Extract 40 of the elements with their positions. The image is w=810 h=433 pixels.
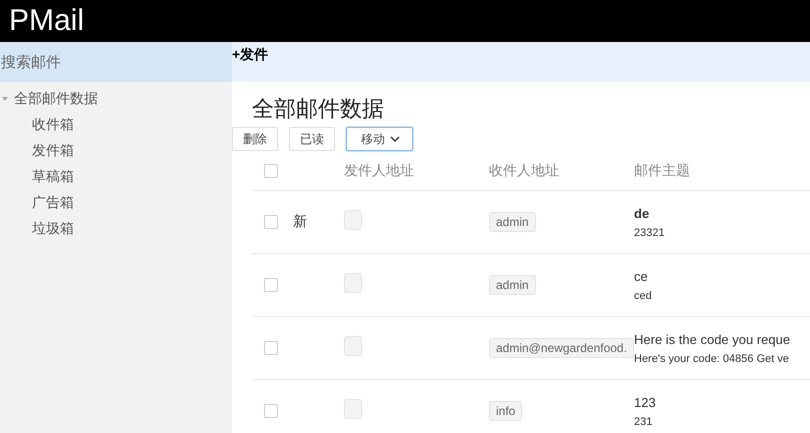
sender-tag [344, 398, 362, 418]
mail-snippet: ced [634, 290, 653, 302]
row-checkbox[interactable] [264, 341, 278, 355]
expand-arrow-icon[interactable] [1, 95, 9, 103]
compose-link[interactable]: +发件 [232, 42, 268, 64]
recipient-tag: admin [489, 212, 536, 232]
tree-item[interactable]: 垃圾箱 [32, 220, 74, 238]
mail-subject[interactable]: Here is the code you reque [634, 332, 810, 346]
mail-subject[interactable]: 123 [634, 394, 810, 410]
sender-tag [344, 336, 362, 356]
recipient-tag: info [489, 401, 522, 421]
column-header: 发件人地址 [344, 162, 414, 178]
row-checkbox[interactable] [264, 215, 278, 229]
row-checkbox[interactable] [264, 278, 278, 292]
toolbar-button[interactable]: 删除 [232, 127, 278, 151]
mail-subject[interactable]: de [634, 206, 810, 220]
column-header: 收件人地址 [489, 162, 559, 178]
select-all-checkbox[interactable] [264, 164, 278, 178]
logo: PMail [9, 4, 84, 38]
toolbar-button[interactable]: 移动 [346, 127, 413, 151]
mail-snippet: Here's your code: 04856 Get ve [634, 352, 790, 364]
mail-snippet: 231 [634, 416, 654, 428]
mail-snippet: 23321 [634, 226, 666, 238]
tree-item[interactable]: 全部邮件数据 [14, 90, 98, 108]
caret-icon [390, 136, 400, 142]
mail-subject[interactable]: ce [634, 268, 810, 284]
recipient-tag: admin [489, 275, 536, 295]
page-title: 全部邮件数据 [252, 95, 385, 123]
tree-item[interactable]: 发件箱 [32, 142, 74, 160]
new-label: 新 [293, 213, 307, 229]
tree-item[interactable]: 草稿箱 [32, 168, 74, 186]
row-checkbox[interactable] [264, 404, 278, 418]
tree-item[interactable]: 广告箱 [32, 194, 74, 212]
search-field[interactable]: 搜索邮件 [0, 42, 232, 82]
sender-tag [344, 272, 362, 292]
recipient-tag: admin@newgardenfood. [489, 338, 634, 358]
toolbar-button[interactable]: 已读 [289, 127, 335, 151]
column-header: 邮件主题 [634, 162, 690, 178]
tree-item[interactable]: 收件箱 [32, 116, 74, 134]
sender-tag [344, 210, 362, 230]
